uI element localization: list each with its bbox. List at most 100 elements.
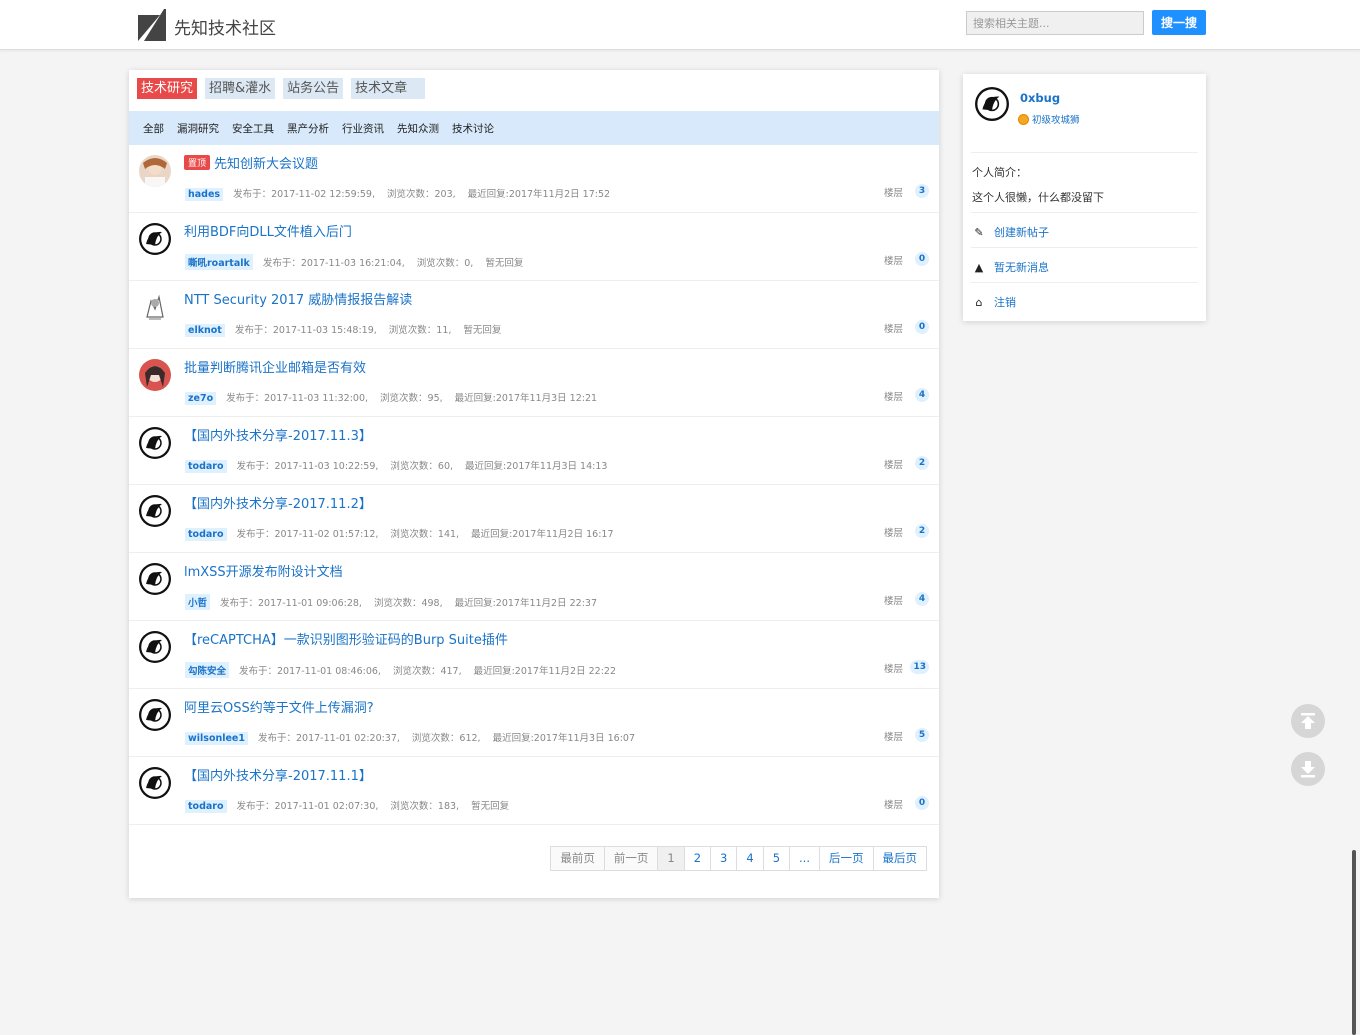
view-count: 浏览次数：95, <box>380 393 443 404</box>
posted-time: 发布于：2017-11-03 15:48:19, <box>234 325 377 336</box>
topic-title-link[interactable]: NTT Security 2017 威胁情报报告解读 <box>184 289 412 308</box>
topic-row: 【国内外技术分享-2017.11.3】 todaro 发布于：2017-11-03 … <box>129 417 939 485</box>
author-tag[interactable]: wilsonlee1 <box>185 732 248 745</box>
subnav-blackmarket[interactable]: 黑产分析 <box>287 121 329 136</box>
avatar[interactable] <box>139 495 171 527</box>
topic-meta: ze7o 发布于：2017-11-03 11:32:00, 浏览次数：95, 最近回复… <box>185 390 609 405</box>
author-tag[interactable]: hades <box>185 188 224 201</box>
avatar[interactable] <box>139 427 171 459</box>
topic-row: 【国内外技术分享-2017.11.1】 todaro 发布于：2017-11-01 … <box>129 757 939 825</box>
avatar[interactable] <box>139 291 171 323</box>
topic-title-link[interactable]: 批量判断腾讯企业邮箱是否有效 <box>184 357 366 376</box>
page-1[interactable]: 1 <box>657 846 685 871</box>
page-last[interactable]: 最后页 <box>872 846 927 871</box>
posted-time: 发布于：2017-11-01 02:07:30, <box>236 801 379 812</box>
topic-title-link[interactable]: 【国内外技术分享-2017.11.1】 <box>184 765 372 784</box>
avatar[interactable] <box>139 767 171 799</box>
scroll-bottom-button[interactable] <box>1291 752 1325 786</box>
author-tag[interactable]: 勾陈安全 <box>185 662 230 678</box>
topic-list-panel: 技术研究 招聘&灌水 站务公告 技术文章 全部 漏洞研究 安全工具 黑产分析 行… <box>129 70 939 898</box>
view-count: 浏览次数：0, <box>416 258 474 269</box>
site-title[interactable]: 先知技术社区 <box>174 14 276 39</box>
avatar[interactable] <box>975 87 1009 121</box>
avatar[interactable] <box>139 223 171 255</box>
subnav-crowdtest[interactable]: 先知众测 <box>397 121 439 136</box>
messages-label: 暂无新消息 <box>994 261 1049 274</box>
page-next[interactable]: 后一页 <box>819 846 874 871</box>
user-rank: 初级攻城狮 <box>1018 112 1080 126</box>
posted-time: 发布于：2017-11-02 12:59:59, <box>233 189 375 200</box>
page-first[interactable]: 最前页 <box>550 846 605 871</box>
logout-link[interactable]: ⌂ 注销 <box>972 294 1017 310</box>
subnav-vuln-research[interactable]: 漏洞研究 <box>177 121 219 136</box>
subnav-all[interactable]: 全部 <box>143 121 164 136</box>
scrollbar[interactable] <box>1352 850 1356 1035</box>
topic-title-link[interactable]: 【reCAPTCHA】一款识别图形验证码的Burp Suite插件 <box>184 629 508 648</box>
topic-row: 批量判断腾讯企业邮箱是否有效 ze7o 发布于：2017-11-03 11:32:0… <box>129 349 939 417</box>
topic-title: 【国内外技术分享-2017.11.1】 <box>184 769 372 784</box>
floor-label: 楼层 <box>883 324 903 335</box>
author-tag[interactable]: todaro <box>185 528 227 541</box>
search-button[interactable]: 搜一搜 <box>1152 10 1206 35</box>
tab-announcements[interactable]: 站务公告 <box>283 78 344 99</box>
author-tag[interactable]: ze7o <box>185 392 217 405</box>
last-reply: 最近回复:2017年11月2日 17:52 <box>467 189 611 200</box>
subnav-discussion[interactable]: 技术讨论 <box>452 121 494 136</box>
author-tag[interactable]: elknot <box>185 324 225 337</box>
view-count: 浏览次数：141, <box>390 529 460 540</box>
page-2[interactable]: 2 <box>683 846 712 871</box>
last-reply: 最近回复:2017年11月2日 22:37 <box>454 598 598 609</box>
reply-count-badge: 2 <box>915 456 929 470</box>
topic-title: NTT Security 2017 威胁情报报告解读 <box>184 293 413 308</box>
topic-title-link[interactable]: 置顶 先知创新大会议题 <box>184 153 318 172</box>
author-tag[interactable]: todaro <box>185 800 227 813</box>
topic-title-link[interactable]: 利用BDF向DLL文件植入后门 <box>184 221 352 240</box>
topic-title-link[interactable]: 【国内外技术分享-2017.11.2】 <box>184 493 372 512</box>
topic-title: 【国内外技术分享-2017.11.3】 <box>184 429 372 444</box>
floor-label: 楼层 <box>883 800 903 811</box>
topic-meta: elknot 发布于：2017-11-03 15:48:19, 浏览次数：11, 暂无… <box>185 322 513 337</box>
avatar[interactable] <box>139 699 171 731</box>
topic-row: lmXSS开源发布附设计文档 小哲 发布于：2017-11-01 09:06:28,… <box>129 553 939 621</box>
scroll-top-button[interactable] <box>1291 704 1325 738</box>
messages-link[interactable]: ▲ 暂无新消息 <box>972 259 1049 275</box>
page-3[interactable]: 3 <box>710 846 738 871</box>
floor-label: 楼层 <box>883 256 903 267</box>
topic-title-link[interactable]: 【国内外技术分享-2017.11.3】 <box>184 425 372 444</box>
logo-icon[interactable] <box>138 9 166 41</box>
tab-jobs[interactable]: 招聘&灌水 <box>205 78 276 99</box>
page-prev[interactable]: 前一页 <box>603 846 659 871</box>
sidebar-username[interactable]: 0xbug <box>1020 91 1060 105</box>
view-count: 浏览次数：417, <box>392 666 462 677</box>
search-input[interactable] <box>966 11 1144 35</box>
view-count: 浏览次数：203, <box>387 189 456 200</box>
subnav-security-tools[interactable]: 安全工具 <box>232 121 274 136</box>
view-count: 浏览次数：183, <box>390 801 460 812</box>
subnav-news[interactable]: 行业资讯 <box>342 121 384 136</box>
page-5[interactable]: 5 <box>762 846 791 871</box>
tab-tech-articles[interactable]: 技术文章 <box>351 78 426 99</box>
topic-title: 利用BDF向DLL文件植入后门 <box>184 225 352 240</box>
author-tag[interactable]: 嘶吼roartalk <box>185 254 253 270</box>
avatar[interactable] <box>139 563 171 595</box>
author-tag[interactable]: todaro <box>185 460 227 473</box>
topic-title: 批量判断腾讯企业邮箱是否有效 <box>184 361 367 376</box>
topic-title-link[interactable]: lmXSS开源发布附设计文档 <box>184 561 343 580</box>
floor-label: 楼层 <box>883 528 903 539</box>
create-post-link[interactable]: ✎ 创建新帖子 <box>972 224 1049 240</box>
topic-title-link[interactable]: 阿里云OSS约等于文件上传漏洞? <box>184 697 374 716</box>
tab-tech-research[interactable]: 技术研究 <box>137 78 198 99</box>
avatar[interactable] <box>139 155 171 187</box>
topic-row: 利用BDF向DLL文件植入后门 嘶吼roartalk 发布于：2017-11-03 … <box>129 213 939 281</box>
topic-title: lmXSS开源发布附设计文档 <box>184 565 343 580</box>
last-reply: 最近回复:2017年11月2日 22:22 <box>473 666 617 677</box>
page-4[interactable]: 4 <box>736 846 764 871</box>
page-ellipsis: ... <box>789 846 820 871</box>
author-tag[interactable]: 小哲 <box>185 594 211 610</box>
topic-meta: todaro 发布于：2017-11-03 10:22:59, 浏览次数：60, 最近… <box>185 458 619 473</box>
topic-row: 阿里云OSS约等于文件上传漏洞? wilsonlee1 发布于：2017-11-01… <box>129 689 939 757</box>
avatar[interactable] <box>139 359 171 391</box>
reply-count-badge: 5 <box>915 728 929 742</box>
avatar[interactable] <box>139 631 171 663</box>
pagination: 最前页 前一页 1 2 3 4 5 ... 后一页 最后页 <box>550 846 927 871</box>
